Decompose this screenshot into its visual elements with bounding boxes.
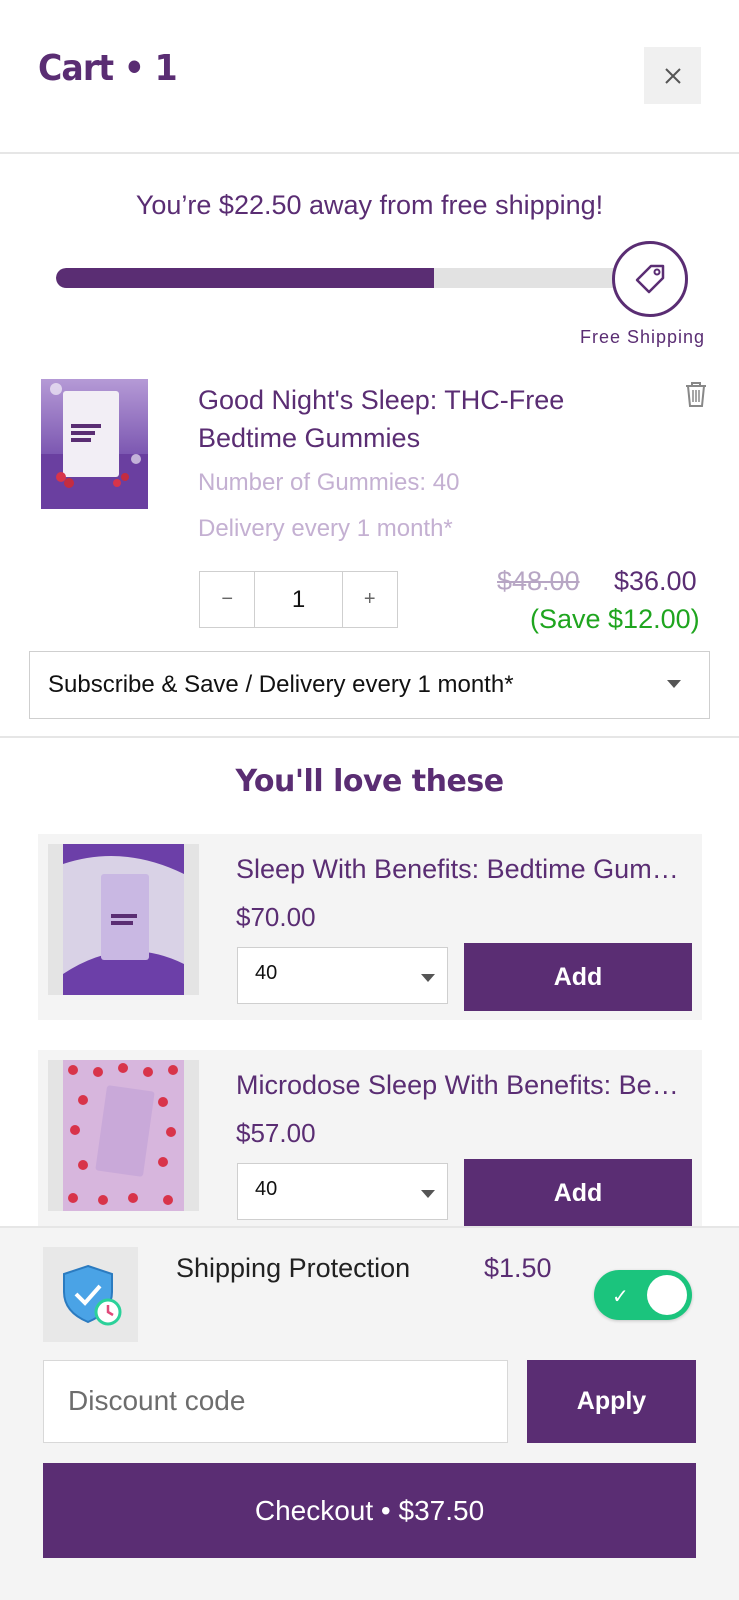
- upsell-item-name[interactable]: Sleep With Benefits: Bedtime Gummies: [236, 854, 691, 885]
- shield-check-icon: [62, 1264, 121, 1325]
- free-shipping-message: You’re $22.50 away from free shipping!: [0, 190, 739, 221]
- free-shipping-label: Free Shipping: [580, 327, 706, 347]
- message-prefix: You’re: [135, 190, 219, 220]
- shipping-progress-bar: [56, 268, 646, 288]
- upsell-card: Microdose Sleep With Benefits: Bedtime G…: [38, 1050, 702, 1236]
- close-icon: [664, 67, 681, 84]
- progress-fill: [56, 268, 434, 288]
- chevron-down-icon: [421, 1190, 435, 1198]
- cart-item-name[interactable]: Good Night's Sleep: THC-Free Bedtime Gum…: [198, 381, 668, 457]
- decrease-quantity-button[interactable]: −: [200, 572, 254, 627]
- cart-item-delivery: Delivery every 1 month*: [198, 515, 453, 542]
- upsell-option-value: 40: [255, 1178, 278, 1200]
- subscription-select[interactable]: Subscribe & Save / Delivery every 1 mont…: [29, 651, 710, 719]
- upsell-option-select[interactable]: 40: [237, 947, 448, 1004]
- cart-item-option: Number of Gummies: 40: [198, 469, 460, 496]
- original-price: $48.00: [497, 566, 580, 596]
- trash-icon[interactable]: [683, 380, 709, 408]
- message-suffix: away from free shipping!: [301, 190, 604, 220]
- upsell-option-select[interactable]: 40: [237, 1163, 448, 1220]
- upsell-item-name[interactable]: Microdose Sleep With Benefits: Bedtime G…: [236, 1070, 691, 1101]
- increase-quantity-button[interactable]: +: [343, 572, 397, 627]
- section-divider: [0, 736, 739, 738]
- quantity-stepper: − 1 +: [199, 571, 398, 628]
- upsell-item-price: $57.00: [236, 1118, 316, 1148]
- amount-remaining: $22.50: [218, 190, 302, 220]
- cart-title: Cart • 1: [38, 48, 178, 89]
- upsell-item-price: $70.00: [236, 902, 316, 932]
- upsell-product-image: [48, 1060, 199, 1211]
- chevron-down-icon: [421, 974, 435, 982]
- shipping-protection-price: $1.50: [484, 1253, 552, 1283]
- add-button[interactable]: Add: [464, 943, 692, 1011]
- upsell-option-value: 40: [255, 962, 278, 984]
- cart-header: Cart • 1: [0, 0, 739, 154]
- upsell-card: Sleep With Benefits: Bedtime Gummies $70…: [38, 834, 702, 1020]
- quantity-value[interactable]: 1: [254, 572, 343, 627]
- add-button[interactable]: Add: [464, 1159, 692, 1227]
- tag-icon: [635, 264, 665, 294]
- upsell-title: You'll love these: [235, 764, 504, 799]
- upsell-product-image: [48, 844, 199, 995]
- shipping-protection-label: Shipping Protection: [176, 1253, 411, 1283]
- savings-label: (Save $12.00): [530, 604, 700, 634]
- toggle-knob: [647, 1275, 687, 1315]
- discount-code-input[interactable]: Discount code: [43, 1360, 508, 1443]
- checkout-button[interactable]: Checkout • $37.50: [43, 1463, 696, 1558]
- product-image: [41, 379, 148, 509]
- shipping-protection-image: [43, 1247, 138, 1342]
- chevron-down-icon: [667, 680, 681, 688]
- close-button[interactable]: [644, 47, 701, 104]
- check-icon: ✓: [612, 1286, 629, 1308]
- shipping-protection-toggle[interactable]: ✓: [594, 1270, 692, 1320]
- sale-price: $36.00: [614, 566, 697, 596]
- cart-footer: Shipping Protection $1.50 ✓ Discount cod…: [0, 1226, 739, 1600]
- apply-discount-button[interactable]: Apply: [527, 1360, 696, 1443]
- subscription-select-value: Subscribe & Save / Delivery every 1 mont…: [48, 671, 514, 698]
- free-shipping-goal: [612, 241, 688, 317]
